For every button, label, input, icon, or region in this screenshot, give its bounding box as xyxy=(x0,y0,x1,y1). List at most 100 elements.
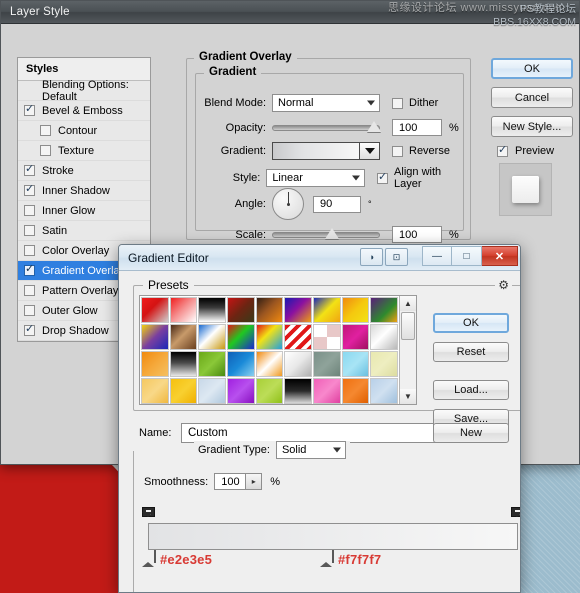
style-checkbox[interactable] xyxy=(24,305,35,316)
opacity-stops-track[interactable] xyxy=(142,507,520,529)
maximize-icon[interactable]: □ xyxy=(452,246,482,266)
scale-input[interactable]: 100 xyxy=(392,226,442,243)
preview-checkbox[interactable] xyxy=(497,144,508,157)
style-row-satin[interactable]: Satin xyxy=(18,221,150,241)
preset-swatch[interactable] xyxy=(341,351,370,377)
new-style-button[interactable]: New Style... xyxy=(491,116,573,137)
preset-swatch[interactable] xyxy=(226,324,255,350)
preset-swatch[interactable] xyxy=(141,324,169,350)
preset-swatch[interactable] xyxy=(255,351,284,377)
preview-checkbox-row[interactable]: Preview xyxy=(497,144,571,157)
preset-swatch[interactable] xyxy=(169,351,198,377)
presets-listbox[interactable]: ▲ ▼ xyxy=(139,295,417,405)
opacity-slider-thumb[interactable] xyxy=(367,120,381,132)
opacity-input[interactable]: 100 xyxy=(392,119,442,136)
preset-swatch[interactable] xyxy=(370,351,398,377)
dither-checkbox-row[interactable]: Dither xyxy=(392,97,438,109)
preset-swatch[interactable] xyxy=(312,378,341,404)
gear-icon[interactable]: ⚙ xyxy=(495,278,512,292)
style-checkbox[interactable] xyxy=(24,103,35,116)
gradient-type-select[interactable]: Solid xyxy=(275,441,346,459)
preset-swatch[interactable] xyxy=(341,297,370,323)
preset-swatch[interactable] xyxy=(255,324,284,350)
style-checkbox[interactable] xyxy=(24,263,35,276)
smoothness-input[interactable]: 100 xyxy=(214,473,247,490)
close-icon[interactable]: ✕ xyxy=(482,246,518,266)
style-checkbox[interactable] xyxy=(24,183,35,196)
minimize-icon[interactable]: — xyxy=(422,246,452,266)
blend-mode-select[interactable]: Normal xyxy=(272,94,380,112)
style-checkbox[interactable] xyxy=(24,163,35,176)
style-checkbox[interactable] xyxy=(24,225,35,236)
preset-swatch[interactable] xyxy=(226,351,255,377)
style-checkbox[interactable] xyxy=(24,245,35,256)
gradient-editor-titlebar[interactable]: Gradient Editor ◑ ⊡ — □ ✕ xyxy=(119,245,520,271)
preset-swatch[interactable] xyxy=(169,297,198,323)
scale-slider-thumb[interactable] xyxy=(325,227,339,239)
preset-swatch[interactable] xyxy=(312,297,341,323)
style-row-inner-glow[interactable]: Inner Glow xyxy=(18,201,150,221)
preset-swatch[interactable] xyxy=(198,378,226,404)
preset-swatch[interactable] xyxy=(312,324,341,350)
preset-swatch[interactable] xyxy=(284,297,312,323)
preset-swatch[interactable] xyxy=(198,297,226,323)
preset-swatch[interactable] xyxy=(255,297,284,323)
style-row-contour[interactable]: Contour xyxy=(18,121,150,141)
color-stop-right[interactable] xyxy=(320,550,334,567)
preset-swatch[interactable] xyxy=(255,378,284,404)
style-checkbox[interactable] xyxy=(40,125,51,136)
layer-style-titlebar[interactable]: Layer Style xyxy=(1,1,579,24)
preset-swatch[interactable] xyxy=(312,351,341,377)
color-stops-track[interactable]: #e2e3e5 #f7f7f7 xyxy=(142,550,518,576)
gradient-preview-swatch[interactable] xyxy=(272,142,360,160)
color-stop-left[interactable] xyxy=(142,550,156,567)
preset-swatch[interactable] xyxy=(370,324,398,350)
reverse-checkbox-row[interactable]: Reverse xyxy=(392,145,450,157)
gradient-editor-ok-button[interactable]: OK xyxy=(433,313,509,333)
smoothness-stepper-icon[interactable]: ▸ xyxy=(246,473,263,490)
scale-slider[interactable] xyxy=(272,227,380,239)
style-row-stroke[interactable]: Stroke xyxy=(18,161,150,181)
preset-swatch[interactable] xyxy=(198,324,226,350)
preset-swatch[interactable] xyxy=(341,324,370,350)
angle-dial[interactable] xyxy=(272,188,304,220)
style-row-texture[interactable]: Texture xyxy=(18,141,150,161)
style-checkbox[interactable] xyxy=(24,285,35,296)
style-checkbox[interactable] xyxy=(24,205,35,216)
preset-swatch[interactable] xyxy=(226,378,255,404)
preset-swatch[interactable] xyxy=(226,297,255,323)
preset-swatch[interactable] xyxy=(141,378,169,404)
preset-swatch[interactable] xyxy=(141,351,169,377)
scroll-down-icon[interactable]: ▼ xyxy=(400,389,416,404)
layer-style-ok-button[interactable]: OK xyxy=(491,58,573,79)
preset-swatch[interactable] xyxy=(284,378,312,404)
preset-swatch[interactable] xyxy=(370,378,398,404)
style-row-inner-shadow[interactable]: Inner Shadow xyxy=(18,181,150,201)
scroll-up-icon[interactable]: ▲ xyxy=(400,296,416,311)
gradient-picker[interactable] xyxy=(272,142,380,160)
preset-swatch[interactable] xyxy=(141,297,169,323)
gradient-ramp[interactable] xyxy=(148,523,518,550)
preset-swatch[interactable] xyxy=(284,351,312,377)
opacity-slider[interactable] xyxy=(272,120,381,132)
preset-swatch[interactable] xyxy=(169,324,198,350)
reverse-checkbox[interactable] xyxy=(392,145,403,157)
preset-swatch[interactable] xyxy=(341,378,370,404)
gradient-dropdown-button[interactable] xyxy=(360,142,380,160)
presets-scrollbar[interactable]: ▲ ▼ xyxy=(399,296,416,404)
align-with-layer-row[interactable]: Align with Layer xyxy=(377,166,463,190)
opacity-stop-right[interactable] xyxy=(511,507,520,529)
dither-checkbox[interactable] xyxy=(392,97,403,109)
preset-swatch-grid[interactable] xyxy=(140,296,399,404)
angle-input[interactable]: 90 xyxy=(313,195,361,213)
preset-swatch[interactable] xyxy=(198,351,226,377)
scrollbar-thumb[interactable] xyxy=(401,312,415,340)
style-select[interactable]: Linear xyxy=(266,169,366,187)
preset-swatch[interactable] xyxy=(370,297,398,323)
dual-pane-icon[interactable]: ◑ xyxy=(360,248,383,266)
align-with-layer-checkbox[interactable] xyxy=(377,171,389,184)
layer-style-cancel-button[interactable]: Cancel xyxy=(491,87,573,108)
dock-icon[interactable]: ⊡ xyxy=(385,248,408,266)
preset-swatch[interactable] xyxy=(169,378,198,404)
gradient-editor-reset-button[interactable]: Reset xyxy=(433,342,509,362)
